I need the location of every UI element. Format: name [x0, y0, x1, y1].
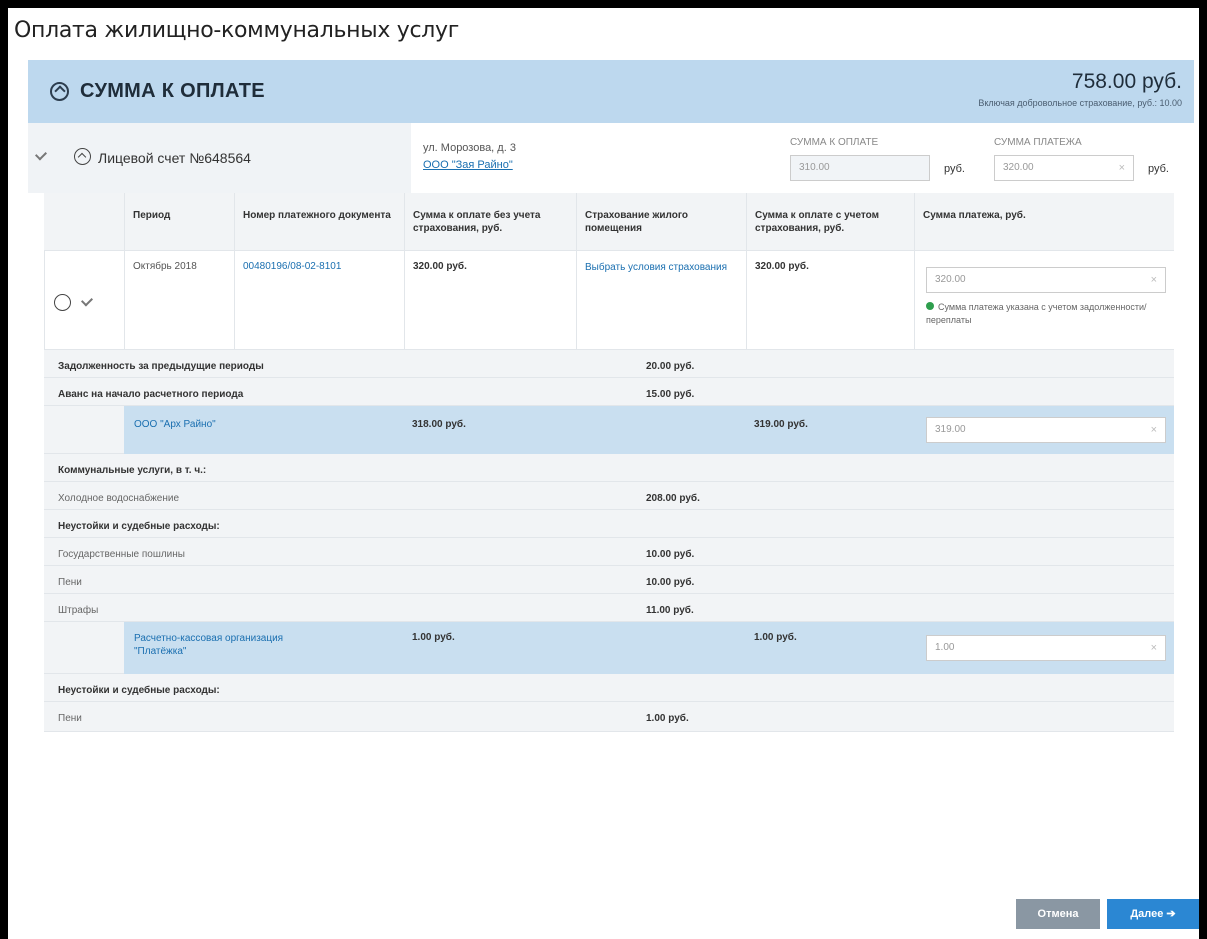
summary-note: Включая добровольное страхование, руб.: …	[978, 98, 1182, 108]
clear-icon[interactable]: ×	[1151, 274, 1157, 286]
cancel-button[interactable]: Отмена	[1016, 899, 1100, 929]
table-row: Пени 10.00 руб.	[44, 566, 1174, 594]
table-row: Октябрь 2018 00480196/08-02-8101 320.00 …	[44, 251, 1174, 350]
peni2-value: 1.00 руб.	[646, 713, 689, 724]
debt-value: 20.00 руб.	[646, 361, 695, 372]
pay-amount-input[interactable]: 320.00 ×	[994, 155, 1134, 181]
header-pay: Сумма платежа, руб.	[914, 193, 1174, 250]
table-row: Пени 1.00 руб.	[44, 702, 1174, 732]
page-title: Оплата жилищно-коммунальных услуг	[14, 18, 459, 43]
state-duty-value: 10.00 руб.	[646, 549, 695, 560]
collapse-icon[interactable]	[50, 82, 69, 101]
due-unit: руб.	[944, 163, 965, 175]
fines-value: 10.00 руб.	[646, 577, 695, 588]
summary-label: СУММА К ОПЛАТЕ	[80, 80, 265, 102]
peni2-label: Пени	[58, 713, 82, 724]
utilities-label: Коммунальные услуги, в т. ч.:	[58, 465, 207, 476]
shtrafy-label: Штрафы	[58, 605, 99, 616]
table-row: Аванс на начало расчетного периода 15.00…	[44, 378, 1174, 406]
state-duty-label: Государственные пошлины	[58, 549, 185, 560]
next-button[interactable]: Далее ➔	[1107, 899, 1199, 929]
summary-bar[interactable]: СУММА К ОПЛАТЕ 758.00 руб. Включая добро…	[28, 60, 1194, 123]
due-caption: СУММА К ОПЛАТЕ	[790, 137, 879, 148]
org2-sum-ins: 1.00 руб.	[754, 632, 797, 643]
cold-water-value: 208.00 руб.	[646, 493, 700, 504]
org2-pay-input[interactable]: 1.00 ×	[926, 635, 1166, 661]
advance-value: 15.00 руб.	[646, 389, 695, 400]
org-row: Расчетно-кассовая организация "Платёжка"…	[44, 622, 1174, 674]
org2-sum-no-ins: 1.00 руб.	[412, 632, 455, 643]
account-org-link[interactable]: ООО "Зая Райно"	[423, 159, 513, 171]
advance-label: Аванс на начало расчетного периода	[58, 389, 244, 400]
org1-sum-ins: 319.00 руб.	[754, 419, 808, 430]
period-cell: Октябрь 2018	[124, 251, 234, 349]
doc-link[interactable]: 00480196/08-02-8101	[234, 251, 404, 349]
check-circle-icon	[926, 302, 934, 310]
table-row: Неустойки и судебные расходы:	[44, 674, 1174, 702]
header-sum-ins: Сумма к оплате с учетом страхования, руб…	[746, 193, 914, 250]
clear-icon[interactable]: ×	[1151, 642, 1157, 654]
summary-total: 758.00 руб.	[1071, 70, 1182, 93]
pay-note: Сумма платежа указана с учетом задолженн…	[926, 302, 1147, 325]
account-row: Лицевой счет №648564 ул. Морозова, д. 3 …	[28, 123, 1194, 193]
sum-ins-cell: 320.00 руб.	[746, 251, 914, 349]
account-address: ул. Морозова, д. 3	[423, 142, 516, 154]
org2-name[interactable]: Расчетно-кассовая организация "Платёжка"	[134, 632, 334, 658]
shtrafy-value: 11.00 руб.	[646, 605, 694, 616]
header-doc: Номер платежного документа	[234, 193, 404, 250]
penalties2-label: Неустойки и судебные расходы:	[58, 685, 220, 696]
table-row: Холодное водоснабжение 208.00 руб.	[44, 482, 1174, 510]
penalties-label: Неустойки и судебные расходы:	[58, 521, 220, 532]
table-row: Штрафы 11.00 руб.	[44, 594, 1174, 622]
header-sum-no-ins: Сумма к оплате без учета страхования, ру…	[404, 193, 576, 250]
table-row: Неустойки и судебные расходы:	[44, 510, 1174, 538]
org1-pay-input[interactable]: 319.00 ×	[926, 417, 1166, 443]
sum-no-ins-cell: 320.00 руб.	[404, 251, 576, 349]
insurance-link[interactable]: Выбрать условия страхования	[576, 251, 746, 349]
pay-unit: руб.	[1148, 163, 1169, 175]
collapse-icon[interactable]	[74, 148, 91, 165]
cold-water-label: Холодное водоснабжение	[58, 493, 180, 504]
fines-label: Пени	[58, 577, 82, 588]
header-insurance: Страхование жилого помещения	[576, 193, 746, 250]
collapse-icon[interactable]	[54, 294, 71, 311]
header-period: Период	[124, 193, 234, 250]
table-row: Государственные пошлины 10.00 руб.	[44, 538, 1174, 566]
table-row: Задолженность за предыдущие периоды 20.0…	[44, 350, 1174, 378]
clear-icon[interactable]: ×	[1151, 424, 1157, 436]
row-pay-input[interactable]: 320.00 ×	[926, 267, 1166, 293]
org1-sum-no-ins: 318.00 руб.	[412, 419, 466, 430]
account-name: Лицевой счет №648564	[98, 150, 251, 166]
table-row: Коммунальные услуги, в т. ч.:	[44, 454, 1174, 482]
org-row: ООО "Арх Райно" 318.00 руб. 319.00 руб. …	[44, 406, 1174, 454]
clear-icon[interactable]: ×	[1119, 162, 1125, 174]
due-amount-field: 310.00	[790, 155, 930, 181]
pay-caption: СУММА ПЛАТЕЖА	[994, 137, 1082, 148]
table-header: Период Номер платежного документа Сумма …	[44, 193, 1174, 251]
org1-name[interactable]: ООО "Арх Райно"	[134, 419, 216, 430]
debt-label: Задолженность за предыдущие периоды	[58, 361, 264, 372]
